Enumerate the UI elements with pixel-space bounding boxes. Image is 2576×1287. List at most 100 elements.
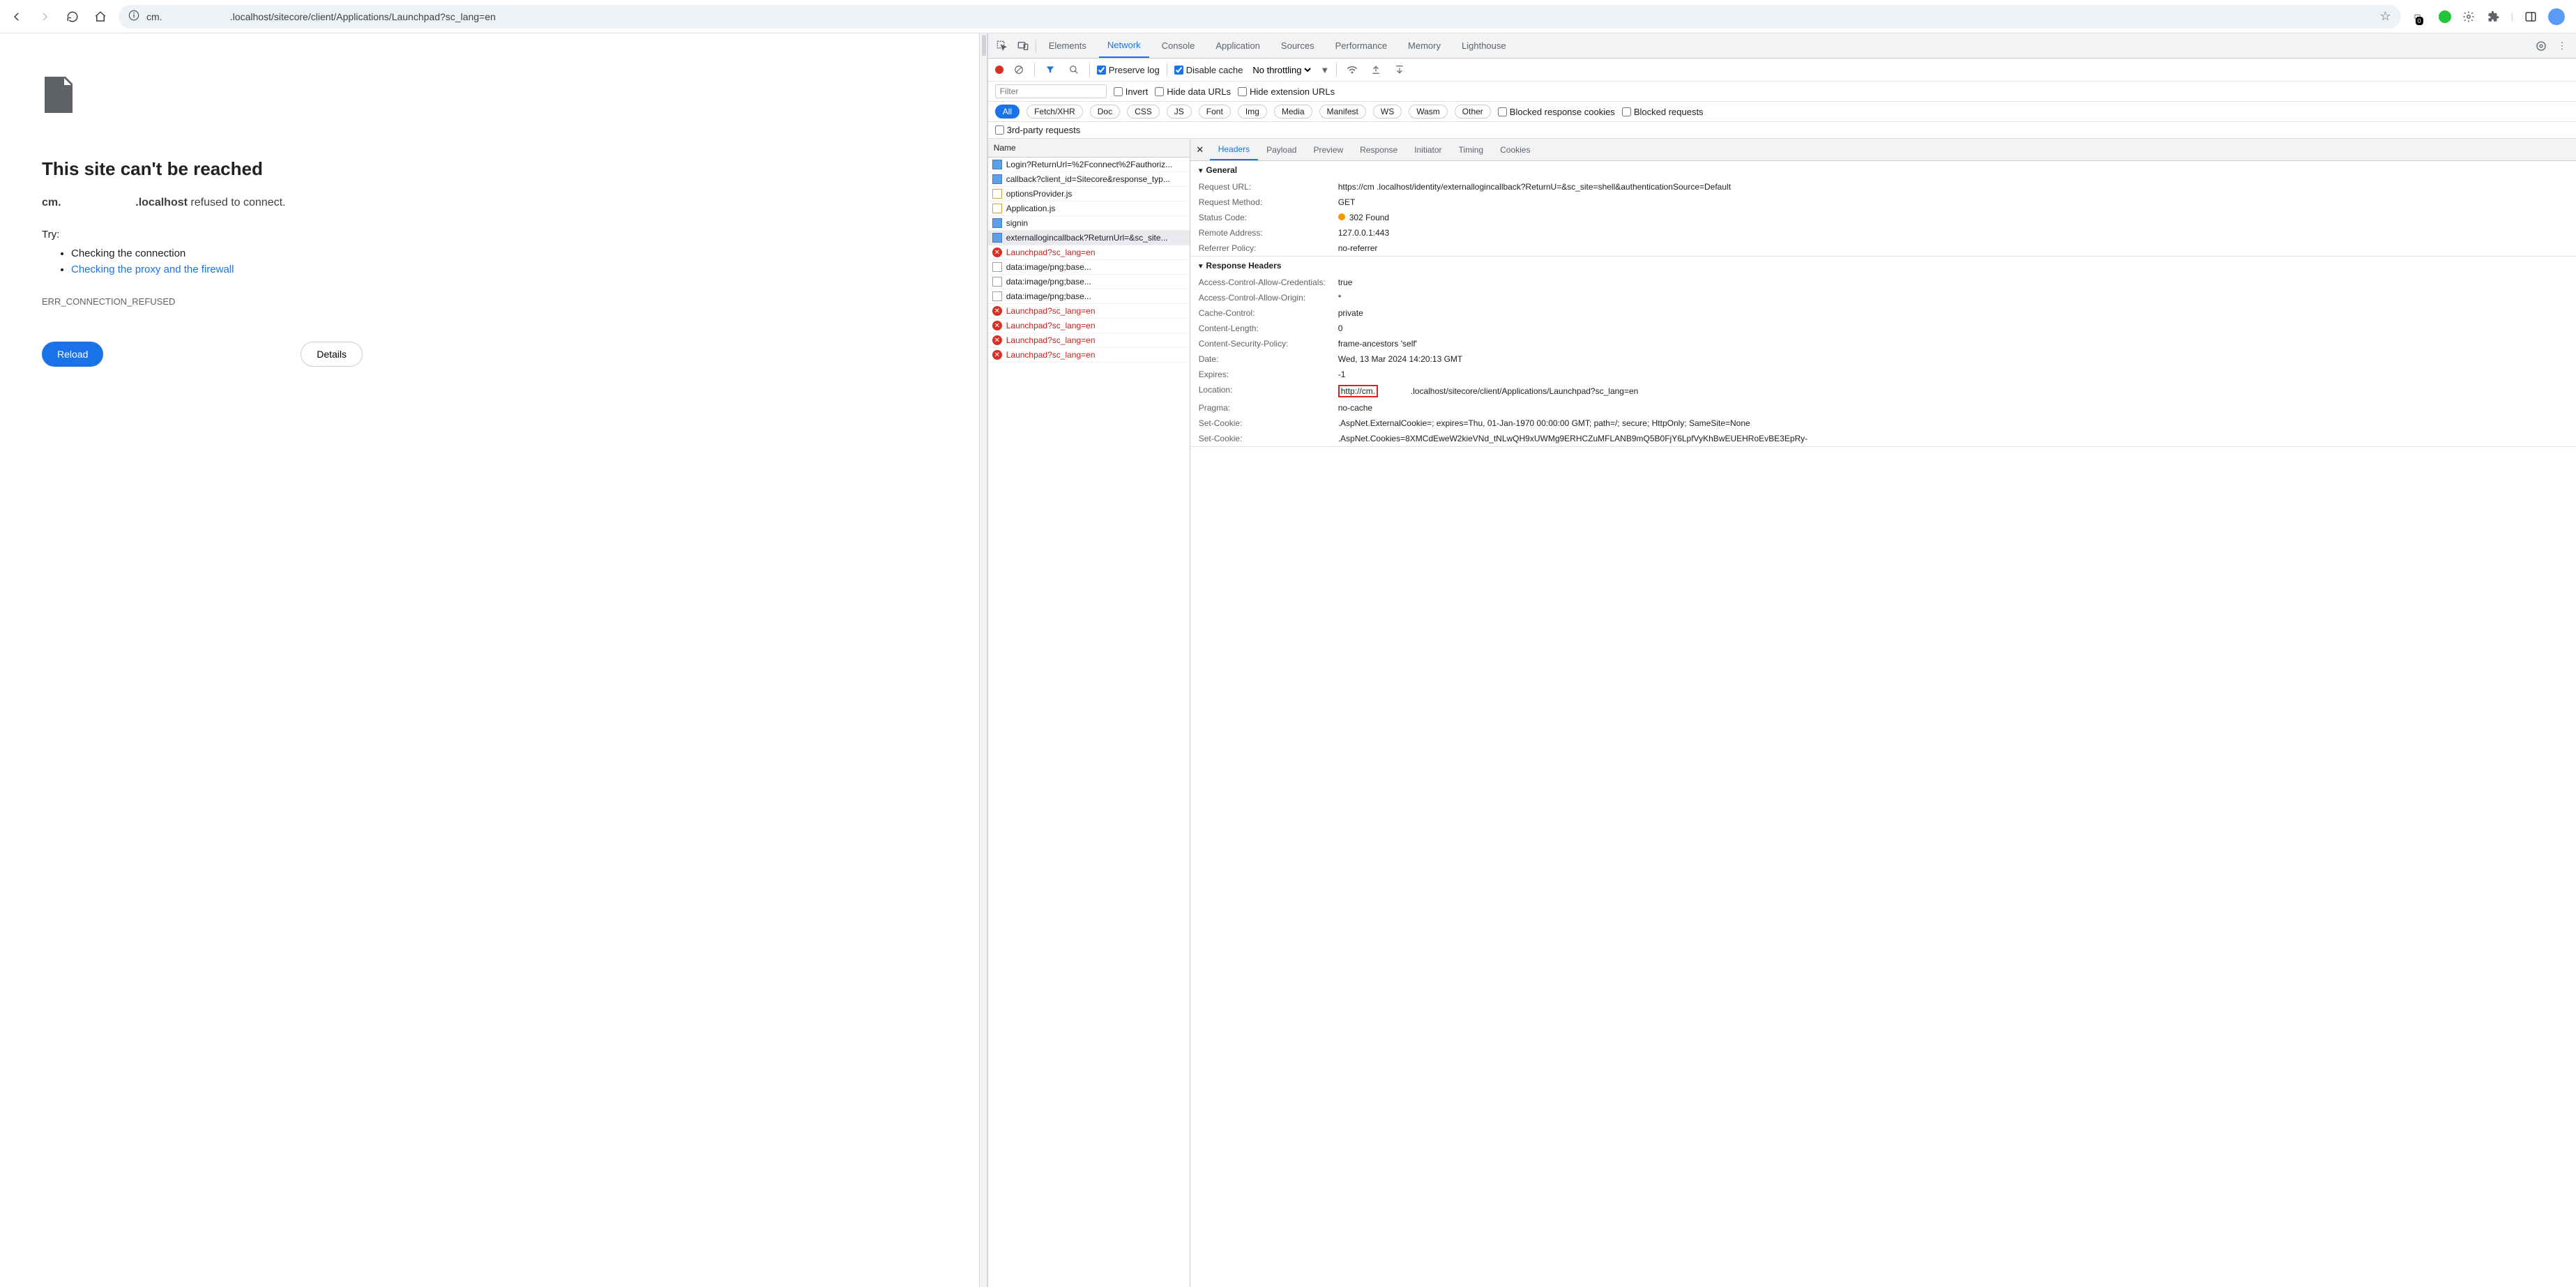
network-row[interactable]: externallogincallback?ReturnUrl=&sc_site… — [988, 231, 1190, 245]
clear-button[interactable] — [1010, 61, 1027, 78]
chip-wasm[interactable]: Wasm — [1409, 105, 1448, 119]
tab-lighthouse[interactable]: Lighthouse — [1453, 33, 1515, 58]
network-row-label: Launchpad?sc_lang=en — [1006, 247, 1096, 257]
address-bar[interactable]: ☆ — [119, 5, 2401, 29]
network-row[interactable]: Application.js — [988, 201, 1190, 216]
bookmark-star-icon[interactable]: ☆ — [2379, 9, 2391, 24]
chip-fetch[interactable]: Fetch/XHR — [1026, 105, 1083, 119]
tab-console[interactable]: Console — [1153, 33, 1204, 58]
tab-sources[interactable]: Sources — [1273, 33, 1323, 58]
network-row[interactable]: signin — [988, 216, 1190, 231]
status-dot-icon — [1338, 213, 1345, 220]
back-button[interactable] — [7, 7, 26, 26]
network-row[interactable]: ✕Launchpad?sc_lang=en — [988, 319, 1190, 333]
tab-network[interactable]: Network — [1099, 33, 1149, 58]
chip-doc[interactable]: Doc — [1090, 105, 1120, 119]
network-row[interactable]: data:image/png;base... — [988, 289, 1190, 304]
extensions-puzzle-icon[interactable] — [2486, 9, 2501, 24]
hide-data-urls-checkbox[interactable]: Hide data URLs — [1155, 86, 1231, 97]
preserve-log-checkbox[interactable]: Preserve log — [1097, 65, 1160, 75]
network-row[interactable]: data:image/png;base... — [988, 260, 1190, 275]
network-row[interactable]: ✕Launchpad?sc_lang=en — [988, 333, 1190, 348]
error-icon: ✕ — [992, 350, 1002, 360]
kv-request-method: Request Method:GET — [1190, 195, 2576, 210]
section-general[interactable]: General — [1190, 161, 2576, 179]
network-row[interactable]: callback?client_id=Sitecore&response_typ… — [988, 172, 1190, 187]
extension-green-icon[interactable] — [2439, 10, 2451, 23]
network-row[interactable]: ✕Launchpad?sc_lang=en — [988, 304, 1190, 319]
suggestion-check-proxy[interactable]: Checking the proxy and the firewall — [71, 264, 951, 275]
chip-other[interactable]: Other — [1455, 105, 1491, 119]
disable-cache-checkbox[interactable]: Disable cache — [1174, 65, 1243, 75]
error-icon: ✕ — [992, 321, 1002, 330]
extension-icon[interactable]: 0 — [2414, 9, 2429, 24]
network-row-label: Login?ReturnUrl=%2Fconnect%2Fauthoriz... — [1006, 160, 1172, 169]
detail-tab-cookies[interactable]: Cookies — [1492, 139, 1538, 160]
chip-js[interactable]: JS — [1167, 105, 1192, 119]
site-info-icon[interactable] — [128, 10, 139, 23]
export-har-icon[interactable] — [1391, 61, 1408, 78]
url-input[interactable] — [146, 11, 2372, 22]
record-button[interactable] — [995, 66, 1003, 74]
network-row[interactable]: ✕Launchpad?sc_lang=en — [988, 245, 1190, 260]
settings-gear-icon[interactable] — [2461, 9, 2476, 24]
blocked-cookies-checkbox[interactable]: Blocked response cookies — [1498, 107, 1615, 117]
network-row[interactable]: optionsProvider.js — [988, 187, 1190, 201]
hide-extension-urls-checkbox[interactable]: Hide extension URLs — [1238, 86, 1335, 97]
tab-memory[interactable]: Memory — [1400, 33, 1449, 58]
device-toggle-icon[interactable] — [1015, 38, 1031, 54]
detail-tab-initiator[interactable]: Initiator — [1406, 139, 1450, 160]
tab-performance[interactable]: Performance — [1327, 33, 1395, 58]
inspect-element-icon[interactable] — [994, 38, 1010, 54]
filter-icon[interactable] — [1042, 61, 1059, 78]
blocked-requests-checkbox[interactable]: Blocked requests — [1622, 107, 1704, 117]
error-icon: ✕ — [992, 306, 1002, 316]
invert-checkbox[interactable]: Invert — [1114, 86, 1149, 97]
panel-icon[interactable] — [2523, 9, 2538, 24]
detail-tab-response[interactable]: Response — [1351, 139, 1406, 160]
third-party-checkbox[interactable]: 3rd-party requests — [995, 125, 1081, 135]
network-column-name[interactable]: Name — [988, 139, 1190, 158]
detail-tab-preview[interactable]: Preview — [1305, 139, 1351, 160]
chip-img[interactable]: Img — [1238, 105, 1267, 119]
error-page-icon — [42, 75, 75, 114]
network-conditions-icon[interactable] — [1344, 61, 1361, 78]
forward-button[interactable] — [35, 7, 54, 26]
detail-tab-payload[interactable]: Payload — [1258, 139, 1305, 160]
close-detail-button[interactable]: ✕ — [1190, 144, 1210, 155]
section-response-headers[interactable]: Response Headers — [1190, 257, 2576, 275]
chip-all[interactable]: All — [995, 105, 1020, 119]
network-row[interactable]: Login?ReturnUrl=%2Fconnect%2Fauthoriz... — [988, 158, 1190, 172]
other-file-icon — [992, 262, 1002, 272]
chip-manifest[interactable]: Manifest — [1319, 105, 1366, 119]
profile-avatar[interactable] — [2548, 8, 2565, 25]
search-icon[interactable] — [1066, 61, 1082, 78]
kv-pragma: Pragma:no-cache — [1190, 400, 2576, 416]
error-icon: ✕ — [992, 335, 1002, 345]
error-title: This site can't be reached — [42, 158, 951, 180]
tab-elements[interactable]: Elements — [1040, 33, 1095, 58]
network-row[interactable]: ✕Launchpad?sc_lang=en — [988, 348, 1190, 363]
throttling-select[interactable]: No throttling — [1250, 64, 1313, 76]
devtools-resize-handle[interactable] — [979, 33, 987, 1287]
network-row[interactable]: data:image/png;base... — [988, 275, 1190, 289]
chip-ws[interactable]: WS — [1373, 105, 1402, 119]
home-button[interactable] — [91, 7, 110, 26]
error-code: ERR_CONNECTION_REFUSED — [42, 296, 951, 307]
network-filter-input[interactable] — [995, 84, 1107, 98]
devtools-settings-icon[interactable] — [2533, 38, 2550, 54]
tab-application[interactable]: Application — [1207, 33, 1268, 58]
reload-button[interactable] — [63, 7, 82, 26]
details-button[interactable]: Details — [301, 342, 363, 367]
detail-tab-timing[interactable]: Timing — [1450, 139, 1492, 160]
reload-page-button[interactable]: Reload — [42, 342, 103, 367]
chip-font[interactable]: Font — [1199, 105, 1231, 119]
import-har-icon[interactable] — [1367, 61, 1384, 78]
network-row-label: signin — [1006, 218, 1028, 228]
chip-css[interactable]: CSS — [1127, 105, 1160, 119]
doc-file-icon — [992, 233, 1002, 243]
detail-tab-headers[interactable]: Headers — [1210, 139, 1258, 160]
chip-media[interactable]: Media — [1274, 105, 1312, 119]
kv-csp: Content-Security-Policy:frame-ancestors … — [1190, 336, 2576, 351]
devtools-more-icon[interactable]: ⋮ — [2554, 38, 2570, 54]
